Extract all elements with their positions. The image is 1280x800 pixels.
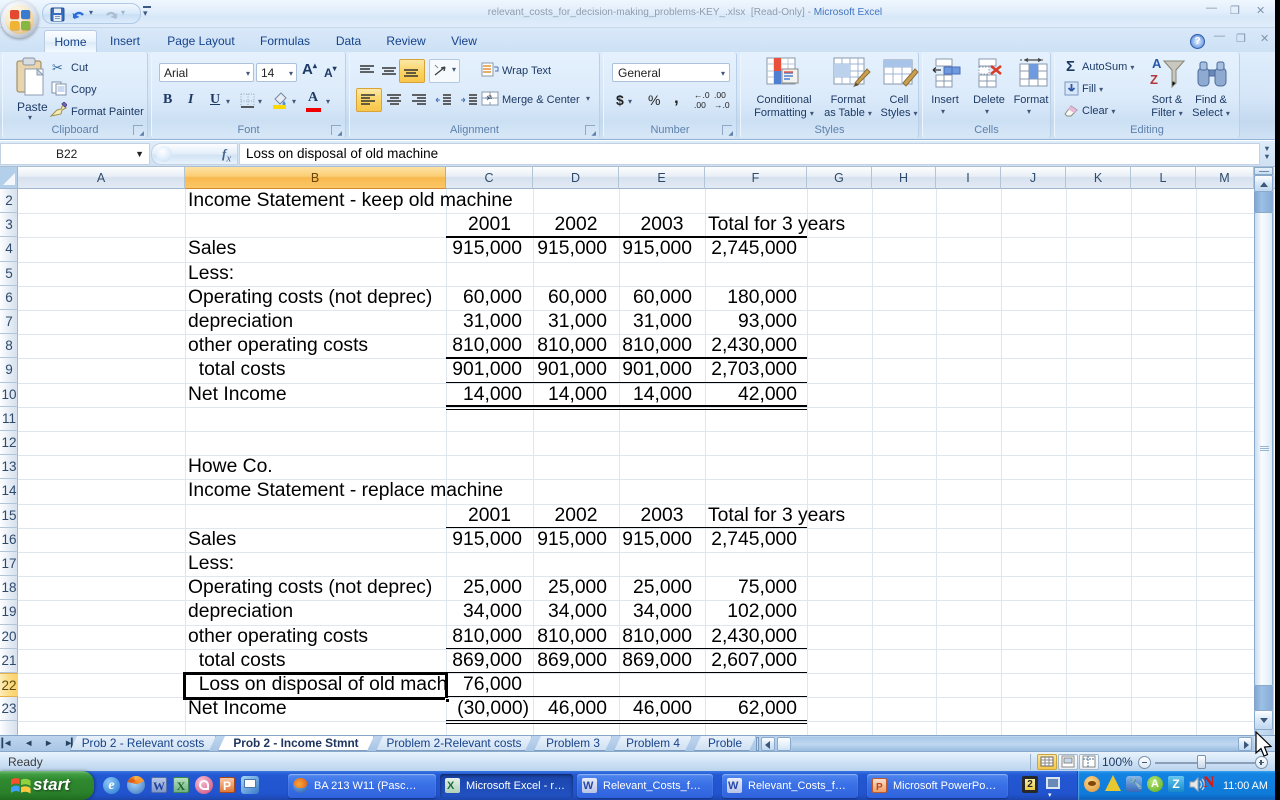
svg-text:a: a bbox=[488, 94, 492, 101]
